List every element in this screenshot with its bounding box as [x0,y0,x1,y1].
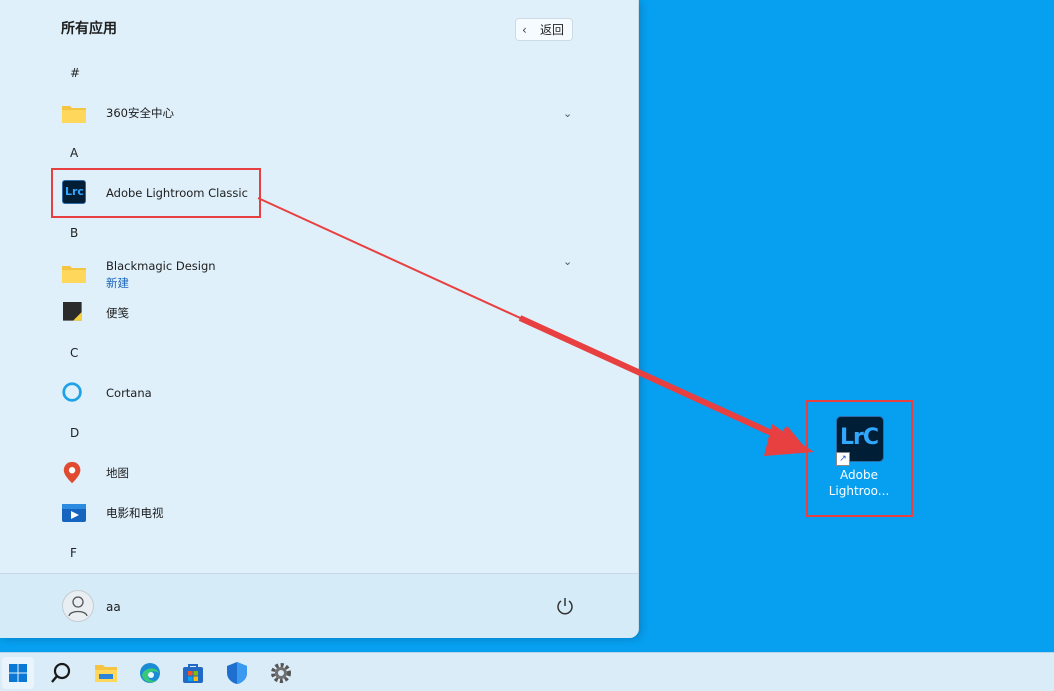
sticky-notes-icon [63,302,82,321]
taskbar-search-button[interactable] [45,657,77,689]
taskbar-settings[interactable] [265,657,297,689]
app-name: 地图 [106,466,129,480]
chevron-down-icon[interactable]: ⌄ [563,255,572,268]
app-name: 便笺 [106,306,129,320]
chevron-down-icon[interactable]: ⌄ [563,107,572,120]
movies-tv-icon [62,504,86,522]
security-icon [227,662,247,684]
app-name: Blackmagic Design [106,259,216,273]
taskbar [0,652,1054,691]
section-letter-d: D [70,426,80,440]
new-badge: 新建 [106,276,129,290]
folder-icon [62,106,86,123]
taskbar-security[interactable] [221,657,253,689]
cortana-icon [62,382,82,402]
app-name: Cortana [106,386,152,400]
back-button[interactable]: ‹ 返回 [515,18,573,41]
start-menu-footer: aa [0,573,638,638]
windows-start-icon [9,664,27,682]
all-apps-title: 所有应用 [61,21,117,37]
maps-icon [63,461,81,484]
section-letter-a: A [70,146,79,160]
file-explorer-icon [95,665,117,682]
edge-icon [140,663,160,683]
settings-icon [271,663,291,683]
section-letter-f: F [70,546,77,560]
app-item-360[interactable]: 360安全中心 ⌄ [0,93,638,133]
folder-icon [62,266,86,283]
user-name: aa [106,600,121,614]
section-letter-hash: # [70,66,81,80]
back-button-label: 返回 [540,23,565,37]
start-menu: 所有应用 ‹ 返回 # 360安全中心 ⌄ A Lrc Adobe Lightr… [0,0,639,638]
highlight-box-desktop-shortcut [806,400,913,517]
search-icon [51,662,71,683]
app-item-cortana[interactable]: Cortana [0,373,638,413]
user-avatar[interactable] [62,590,94,622]
app-item-movies-tv[interactable]: 电影和电视 [0,493,638,533]
power-icon[interactable] [555,596,575,616]
section-letter-c: C [70,346,79,360]
app-item-blackmagic[interactable]: Blackmagic Design 新建 ⌄ [0,253,638,293]
app-name: 360安全中心 [106,106,174,120]
chevron-left-icon: ‹ [522,22,527,37]
app-item-sticky-notes[interactable]: 便笺 [0,293,638,333]
taskbar-store[interactable] [177,657,209,689]
app-item-maps[interactable]: 地图 [0,453,638,493]
windows-start-button[interactable] [2,657,34,689]
section-letter-b: B [70,226,79,240]
highlight-box-lightroom [51,168,261,218]
user-icon [68,596,88,617]
taskbar-edge[interactable] [134,657,166,689]
taskbar-file-explorer[interactable] [90,657,122,689]
store-icon [183,664,203,683]
app-name: 电影和电视 [106,506,164,520]
